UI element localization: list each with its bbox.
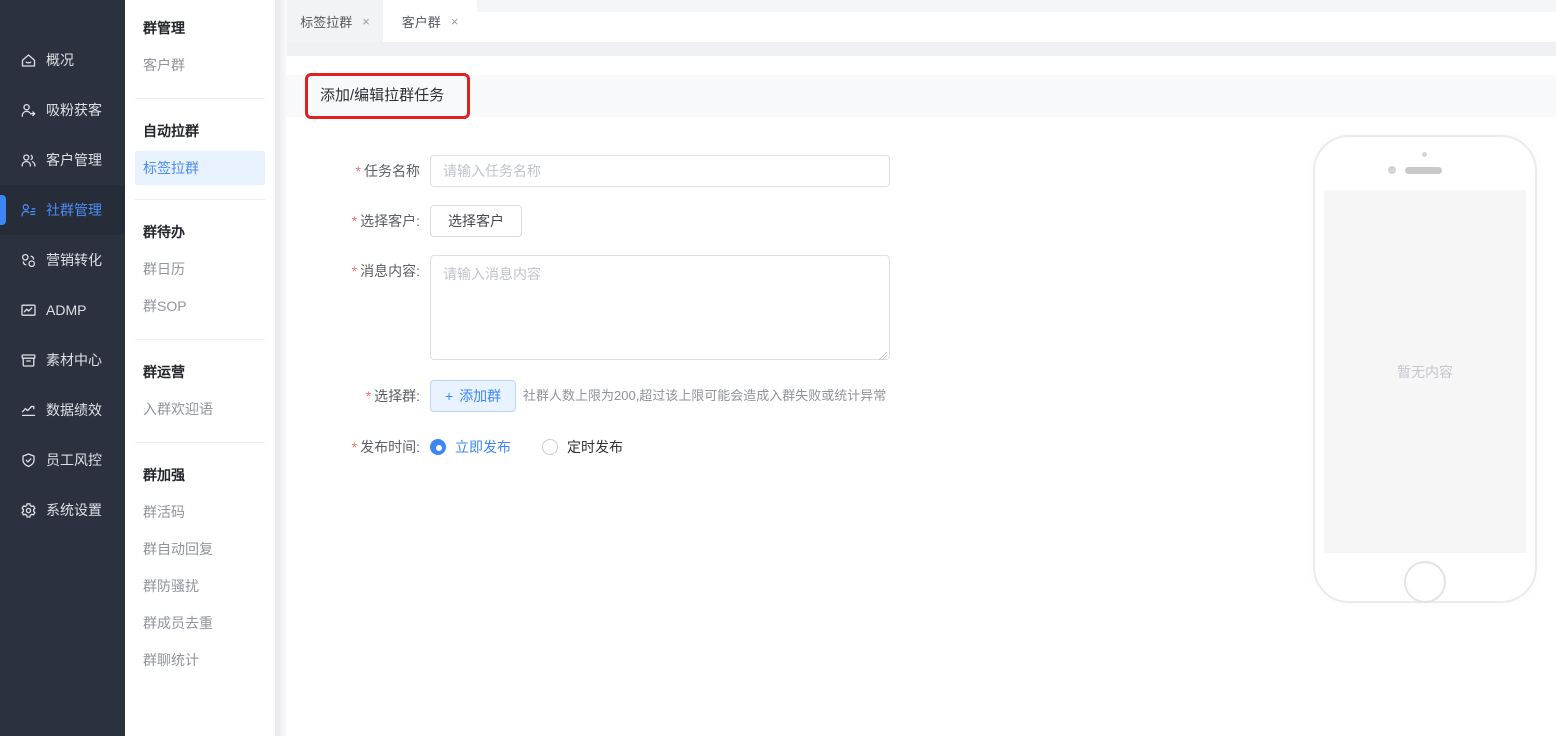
sidebar-item-label: 系统设置 xyxy=(46,500,102,520)
sidebar-item-material[interactable]: 素材中心 xyxy=(0,335,125,385)
add-group-label: 添加群 xyxy=(459,386,501,406)
message-content-textarea[interactable] xyxy=(430,255,890,360)
sidebar-item-label: 员工风控 xyxy=(46,450,102,470)
content-gap xyxy=(287,42,1556,56)
select-group-label: *选择群: xyxy=(287,380,420,412)
customers-icon xyxy=(20,152,37,169)
close-icon[interactable]: × xyxy=(451,15,459,28)
close-icon[interactable]: × xyxy=(362,15,370,28)
attract-icon xyxy=(20,102,37,119)
sidebar-item-label: 营销转化 xyxy=(46,250,102,270)
radio-label: 定时发布 xyxy=(567,437,623,457)
required-asterisk: * xyxy=(356,163,361,179)
submenu-item-group-calendar[interactable]: 群日历 xyxy=(125,251,275,288)
panel-header: 添加/编辑拉群任务 xyxy=(287,75,1556,117)
radio-label: 立即发布 xyxy=(455,437,511,457)
sidebar-item-label: 数据绩效 xyxy=(46,400,102,420)
sidebar-item-label: 概况 xyxy=(46,50,74,70)
submenu-item-chat-stats[interactable]: 群聊统计 xyxy=(125,642,275,679)
required-asterisk: * xyxy=(352,213,357,229)
divider xyxy=(135,98,265,99)
sidebar-item-label: 吸粉获客 xyxy=(46,100,102,120)
sidebar-item-label: ADMP xyxy=(46,302,86,318)
sidebar-item-label: 社群管理 xyxy=(46,200,102,220)
sidebar-item-label: 客户管理 xyxy=(46,150,102,170)
phone-speaker xyxy=(1405,167,1442,174)
submenu-item-customer-groups[interactable]: 客户群 xyxy=(125,47,275,84)
submenu-item-dedupe[interactable]: 群成员去重 xyxy=(125,605,275,642)
radio-icon xyxy=(542,439,558,455)
tabbar-background xyxy=(287,0,1556,12)
sidebar-item-customers[interactable]: 客户管理 xyxy=(0,135,125,185)
phone-screen: 暂无内容 xyxy=(1324,190,1526,553)
app-window: 概况 吸粉获客 客户管理 社群管理 营销转化 ADMP 素材中心 数据绩效 xyxy=(0,0,1556,736)
plus-icon: + xyxy=(445,388,453,404)
tab-label: 客户群 xyxy=(402,12,441,31)
sidebar-item-conversion[interactable]: 营销转化 xyxy=(0,235,125,285)
add-group-button[interactable]: + 添加群 xyxy=(430,380,516,412)
required-asterisk: * xyxy=(352,263,357,279)
task-name-label: *任务名称 xyxy=(287,155,420,187)
phone-sensor-dot xyxy=(1422,152,1427,157)
sidebar-item-community[interactable]: 社群管理 xyxy=(0,185,125,235)
sidebar-item-settings[interactable]: 系统设置 xyxy=(0,485,125,535)
select-customer-label: *选择客户: xyxy=(287,205,420,237)
radio-publish-scheduled[interactable]: 定时发布 xyxy=(542,437,623,457)
phone-empty-text: 暂无内容 xyxy=(1397,362,1453,382)
phone-preview: 暂无内容 xyxy=(1313,135,1537,603)
shield-icon xyxy=(20,452,37,469)
submenu-header: 群运营 xyxy=(125,354,275,391)
divider xyxy=(135,339,265,340)
material-icon xyxy=(20,352,37,369)
submenu-header: 群管理 xyxy=(125,10,275,47)
required-asterisk: * xyxy=(366,388,371,404)
chart-icon xyxy=(20,402,37,419)
page-title: 添加/编辑拉群任务 xyxy=(287,75,1556,117)
monitor-icon xyxy=(20,302,37,319)
publish-time-label: *发布时间: xyxy=(287,431,420,463)
community-icon xyxy=(20,202,37,219)
submenu-item-tag-group[interactable]: 标签拉群 xyxy=(135,151,265,185)
required-asterisk: * xyxy=(352,439,357,455)
sidebar-item-label: 素材中心 xyxy=(46,350,102,370)
sidebar-item-risk[interactable]: 员工风控 xyxy=(0,435,125,485)
sidebar-item-overview[interactable]: 概况 xyxy=(0,35,125,85)
sidebar-item-admp[interactable]: ADMP xyxy=(0,285,125,335)
submenu-header: 群加强 xyxy=(125,457,275,494)
radio-icon xyxy=(430,439,446,455)
select-customer-button[interactable]: 选择客户 xyxy=(430,205,522,237)
message-content-label: *消息内容: xyxy=(287,255,420,287)
publish-time-options: 立即发布 定时发布 xyxy=(430,431,623,463)
home-icon xyxy=(20,52,37,69)
submenu-header: 群待办 xyxy=(125,214,275,251)
task-name-input[interactable] xyxy=(430,155,890,187)
main-sidebar: 概况 吸粉获客 客户管理 社群管理 营销转化 ADMP 素材中心 数据绩效 xyxy=(0,0,125,736)
sidebar-item-attract[interactable]: 吸粉获客 xyxy=(0,85,125,135)
submenu-item-group-sop[interactable]: 群SOP xyxy=(125,288,275,325)
divider xyxy=(135,199,265,200)
group-limit-hint: 社群人数上限为200,超过该上限可能会造成入群失败或统计异常 xyxy=(523,380,886,412)
conversion-icon xyxy=(20,252,37,269)
gear-icon xyxy=(20,502,37,519)
phone-camera xyxy=(1388,166,1396,174)
submenu-item-anti-spam[interactable]: 群防骚扰 xyxy=(125,568,275,605)
submenu-header: 自动拉群 xyxy=(125,113,275,150)
phone-home-button xyxy=(1404,561,1446,603)
tab-label: 标签拉群 xyxy=(300,12,352,31)
radio-publish-now[interactable]: 立即发布 xyxy=(430,437,511,457)
tab-tag-group[interactable]: 标签拉群 × xyxy=(287,0,383,42)
submenu-item-auto-reply[interactable]: 群自动回复 xyxy=(125,531,275,568)
divider xyxy=(135,442,265,443)
group-submenu: 群管理 客户群 自动拉群 标签拉群 群待办 群日历 群SOP 群运营 入群欢迎语… xyxy=(125,0,275,736)
submenu-item-welcome[interactable]: 入群欢迎语 xyxy=(125,391,275,428)
tab-customer-groups[interactable]: 客户群 × xyxy=(383,0,477,42)
sidebar-item-performance[interactable]: 数据绩效 xyxy=(0,385,125,435)
submenu-item-group-qrcode[interactable]: 群活码 xyxy=(125,494,275,531)
